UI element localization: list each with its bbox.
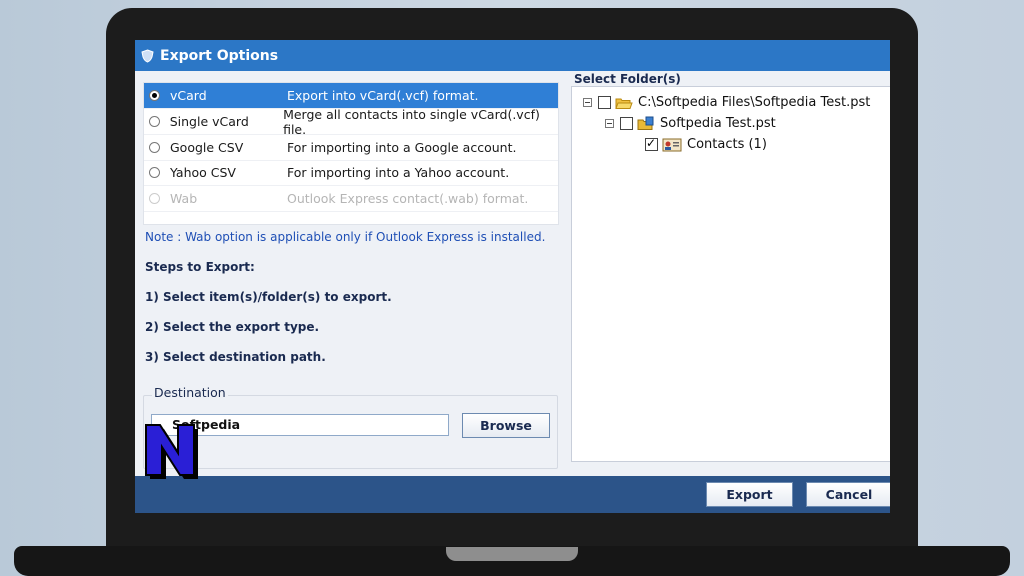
option-description: Export into vCard(.vcf) format. bbox=[287, 88, 479, 103]
option-description: For importing into a Yahoo account. bbox=[287, 165, 510, 180]
wab-note: Note : Wab option is applicable only if … bbox=[145, 230, 546, 244]
tree-node-label: Contacts (1) bbox=[687, 137, 767, 152]
option-single-vcard[interactable]: Single vCard Merge all contacts into sin… bbox=[144, 106, 558, 137]
collapse-icon[interactable] bbox=[583, 98, 592, 107]
radio-button[interactable] bbox=[149, 167, 160, 178]
radio-button[interactable] bbox=[149, 90, 160, 101]
destination-label: Destination bbox=[152, 385, 228, 400]
radio-button[interactable] bbox=[149, 116, 160, 127]
folder-tree: C:\Softpedia Files\Softpedia Test.pst So… bbox=[571, 86, 890, 462]
folder-open-icon bbox=[615, 96, 633, 110]
tree-node-label: Softpedia Test.pst bbox=[660, 116, 776, 131]
title-bar: Export Options bbox=[135, 40, 890, 71]
radio-button[interactable] bbox=[149, 142, 160, 153]
option-description: Outlook Express contact(.wab) format. bbox=[287, 191, 529, 206]
tree-node-contacts[interactable]: Contacts (1) bbox=[645, 136, 767, 152]
export-button[interactable]: Export bbox=[706, 482, 793, 507]
step-item: 3) Select destination path. bbox=[145, 350, 326, 364]
tree-node-root[interactable]: C:\Softpedia Files\Softpedia Test.pst bbox=[583, 95, 870, 110]
step-item: 2) Select the export type. bbox=[145, 320, 320, 334]
option-name: Single vCard bbox=[169, 114, 249, 129]
pst-file-icon bbox=[637, 116, 655, 131]
contacts-icon bbox=[662, 138, 682, 152]
shield-icon bbox=[141, 48, 154, 63]
option-name: Wab bbox=[170, 191, 198, 206]
laptop-notch bbox=[446, 547, 578, 561]
collapse-icon[interactable] bbox=[605, 119, 614, 128]
steps-heading: Steps to Export: bbox=[145, 260, 255, 274]
tree-checkbox-checked[interactable] bbox=[645, 136, 658, 151]
option-description: Merge all contacts into single vCard(.vc… bbox=[283, 106, 540, 137]
tree-node-pst[interactable]: Softpedia Test.pst bbox=[605, 116, 776, 131]
option-name: vCard bbox=[170, 88, 207, 103]
step-item: 1) Select item(s)/folder(s) to export. bbox=[145, 290, 392, 304]
option-description: For importing into a Google account. bbox=[287, 140, 517, 155]
cancel-button[interactable]: Cancel bbox=[806, 482, 890, 507]
browse-button[interactable]: Browse bbox=[462, 413, 550, 438]
radio-button bbox=[149, 193, 160, 204]
tree-checkbox[interactable] bbox=[620, 117, 633, 130]
window-title: Export Options bbox=[160, 47, 279, 64]
option-yahoo-csv[interactable]: Yahoo CSV For importing into a Yahoo acc… bbox=[144, 160, 558, 186]
export-options-window: Export Options vCard Export into vCard(.… bbox=[135, 40, 890, 513]
option-name: Google CSV bbox=[170, 140, 244, 155]
option-vcard[interactable]: vCard Export into vCard(.vcf) format. bbox=[144, 83, 558, 109]
export-type-list: vCard Export into vCard(.vcf) format. Si… bbox=[143, 82, 559, 225]
tree-node-label: C:\Softpedia Files\Softpedia Test.pst bbox=[638, 95, 871, 110]
option-google-csv[interactable]: Google CSV For importing into a Google a… bbox=[144, 135, 558, 161]
option-name: Yahoo CSV bbox=[170, 165, 236, 180]
channel-logo bbox=[140, 417, 200, 481]
select-folder-label: Select Folder(s) bbox=[574, 72, 681, 86]
option-wab: Wab Outlook Express contact(.wab) format… bbox=[144, 186, 558, 212]
tree-checkbox[interactable] bbox=[598, 96, 611, 109]
